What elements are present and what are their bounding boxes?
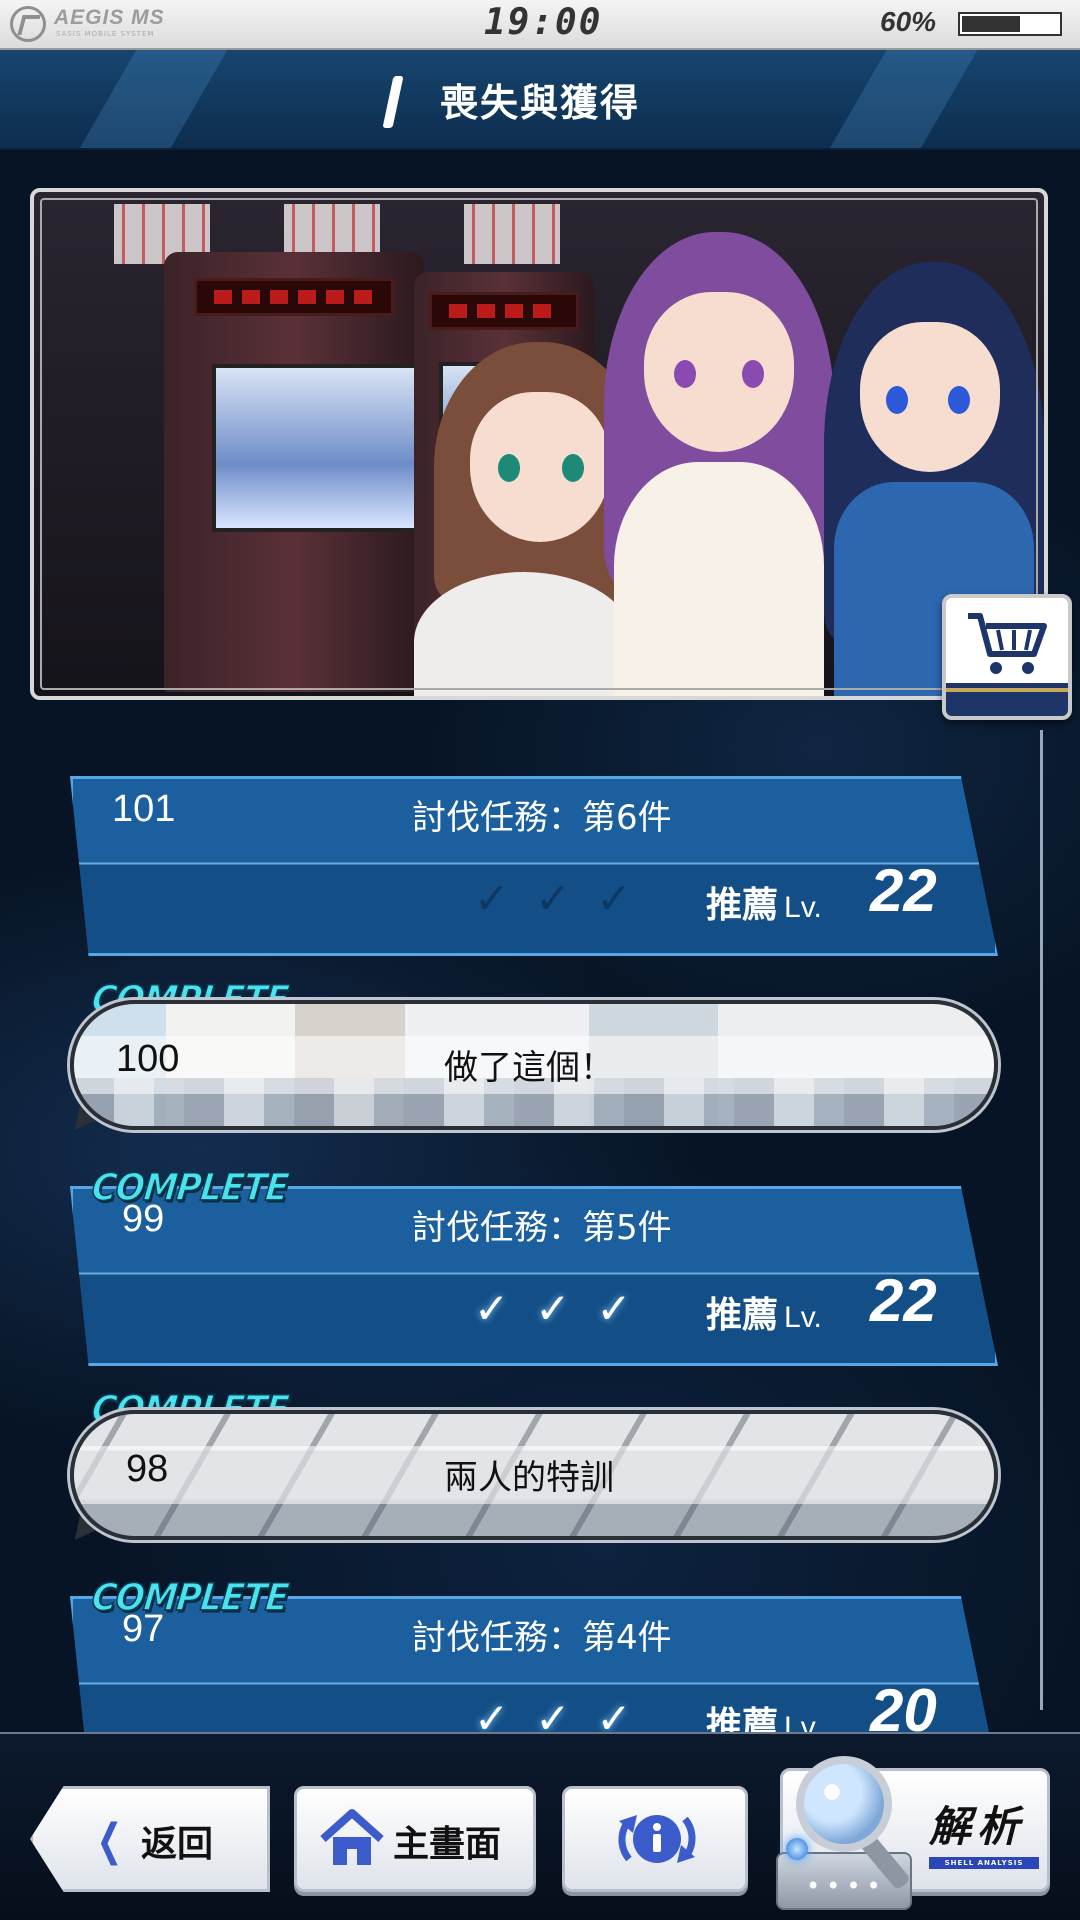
lv-prefix: Lv. [784,1301,822,1334]
page-header: 喪失與獲得 [0,50,1080,150]
info-button[interactable] [562,1786,748,1892]
recommend-level: 22 [870,1267,937,1334]
recommend-text: 推薦 [706,1705,779,1732]
battery-fill [962,16,1020,32]
magnifier-icon [796,1756,892,1852]
shop-cart-button[interactable] [942,594,1072,720]
analysis-label: 解析 [929,1802,1026,1851]
story-row-100[interactable]: 100 做了這個！ [60,1000,998,1142]
recommend-text: 推薦 [706,885,779,926]
mission-row-99[interactable]: 99 討伐任務：第5件 ✓✓✓ 推薦 Lv. 22 [70,1186,998,1366]
mission-title: 討伐任務：第5件 [412,1208,672,1248]
analysis-gem-icon [786,1838,808,1860]
aegis-logo-icon [10,6,46,42]
title-slash-decoration [382,76,404,128]
chevron-left-icon: ❮ [96,1815,123,1866]
info-cycle-icon [618,1815,696,1863]
story-number: 98 [126,1448,169,1490]
mission-number: 101 [112,788,176,830]
status-bar: AEGIS MS SASIS MOBILE SYSTEM 19:00 60% [0,0,1080,50]
lv-prefix: Lv. [784,1711,822,1732]
battery-icon [958,12,1062,36]
mission-checks: ✓✓✓ [474,874,658,923]
cart-button-stripe [946,688,1068,692]
lv-prefix: Lv. [784,891,822,924]
recommend-label: 推薦 Lv. [706,1696,822,1732]
chapter-banner [30,188,1048,700]
story-pill: 100 做了這個！ [70,1000,998,1130]
back-label: 返回 [141,1824,214,1865]
banner-frame [40,198,1038,690]
complete-tag: COMPLETE [89,1165,291,1211]
mission-checks: ✓✓✓ [474,1694,658,1732]
story-row-98[interactable]: 98 兩人的特訓 [60,1410,998,1552]
mission-title: 討伐任務：第6件 [412,798,672,838]
mission-checks: ✓✓✓ [474,1284,658,1333]
story-number: 100 [116,1038,180,1080]
scrollbar[interactable] [1040,730,1043,1710]
back-button[interactable]: ❮ 返回 [30,1786,270,1892]
recommend-text: 推薦 [706,1295,779,1336]
battery-percent: 60% [880,6,937,37]
recommend-label: 推薦 Lv. [706,1286,822,1338]
recommend-level: 22 [870,857,937,924]
home-button[interactable]: 主畫面 [294,1786,536,1892]
mission-row-101[interactable]: 101 討伐任務：第6件 ✓✓✓ 推薦 Lv. 22 [70,776,998,956]
page-title: 喪失與獲得 [440,81,641,125]
brand-name: AEGIS MS [54,6,165,29]
brand-subtitle: SASIS MOBILE SYSTEM [56,30,155,38]
bottom-nav: ❮ 返回 主畫面 解析 SHELL ANALYSIS [0,1734,1080,1920]
home-label: 主畫面 [393,1824,502,1865]
analysis-dots: •••• [806,1872,887,1900]
story-pill: 98 兩人的特訓 [70,1410,998,1540]
recommend-level: 20 [870,1677,937,1732]
analysis-sublabel: SHELL ANALYSIS [929,1857,1039,1869]
story-title: 兩人的特訓 [444,1458,614,1498]
recommend-label: 推薦 Lv. [706,876,822,928]
clock: 19:00 [484,2,603,43]
story-title: 做了這個！ [444,1048,614,1088]
cart-icon [968,613,1047,674]
mission-title: 討伐任務：第4件 [412,1618,672,1658]
complete-tag: COMPLETE [89,1575,291,1621]
home-icon [320,1809,384,1865]
